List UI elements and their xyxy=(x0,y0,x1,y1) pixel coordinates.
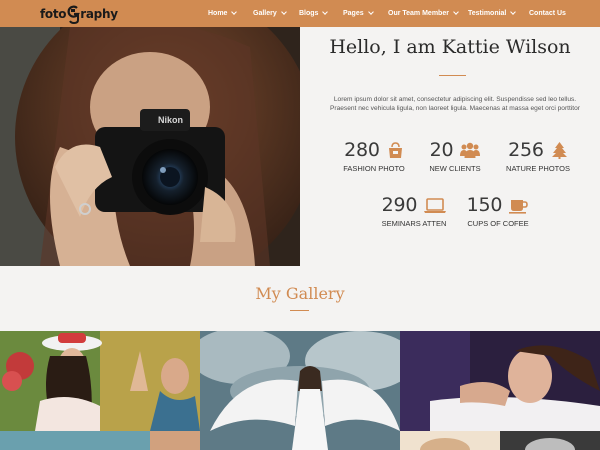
stat-nature-photos: 256 NATURE PHOTOS xyxy=(500,138,576,173)
bag-icon xyxy=(388,141,402,158)
gallery-image-4 xyxy=(0,431,200,450)
hero-photo: Nikon xyxy=(0,27,300,266)
nav-item-team[interactable]: Our Team Member xyxy=(388,0,468,27)
logo-text-part1: foto xyxy=(40,7,67,21)
profile-heading: Hello, I am Kattie Wilson xyxy=(329,36,571,58)
gallery-tile-4[interactable] xyxy=(0,431,200,450)
stat-coffee: 150 CUPS OF COFEE xyxy=(462,193,534,228)
users-icon xyxy=(460,142,481,158)
stat-label: NATURE PHOTOS xyxy=(506,164,570,173)
nav-item-blogs[interactable]: Blogs xyxy=(299,0,343,27)
chevron-down-icon xyxy=(367,9,374,15)
gallery-image-woman-hat xyxy=(0,331,200,431)
stat-label: FASHION PHOTO xyxy=(343,164,405,173)
gallery-image-5 xyxy=(400,431,600,450)
chevron-down-icon xyxy=(453,9,459,15)
stat-value: 290 xyxy=(381,194,418,216)
gallery-image-angel xyxy=(200,331,400,450)
coffee-icon xyxy=(509,199,529,214)
stat-new-clients: 20 NEW CLIENTS xyxy=(422,138,488,173)
stat-fashion-photo: 280 FASHION PHOTO xyxy=(336,138,412,173)
tree-icon xyxy=(551,141,567,159)
gallery-tile-2[interactable] xyxy=(200,331,400,450)
heading-divider xyxy=(439,75,466,76)
stat-value: 280 xyxy=(344,139,380,161)
profile-section: Hello, I am Kattie Wilson Lorem ipsum do… xyxy=(300,27,600,266)
gallery-divider xyxy=(290,310,309,311)
photographer-image: Nikon xyxy=(0,27,300,266)
nav-item-contact[interactable]: Contact Us xyxy=(529,0,569,27)
gallery-tile-3[interactable] xyxy=(400,331,600,431)
nav-item-label: Contact Us xyxy=(529,10,566,17)
nav-item-pages[interactable]: Pages xyxy=(343,0,388,27)
stat-value: 256 xyxy=(508,139,544,161)
stat-label: NEW CLIENTS xyxy=(429,164,481,173)
site-logo[interactable]: foto raphy xyxy=(40,4,118,24)
main-menu: Home Gallery Blogs Pages Our Team Member… xyxy=(208,0,569,27)
gallery-title: My Gallery xyxy=(255,284,345,303)
stat-value: 20 xyxy=(429,139,454,161)
stat-label: SEMINARS ATTEN xyxy=(381,219,447,228)
stat-seminars: 290 SEMINARS ATTEN xyxy=(374,193,454,228)
chevron-down-icon xyxy=(510,9,517,15)
nav-item-home[interactable]: Home xyxy=(208,0,253,27)
top-navbar: foto raphy Home Gallery Blogs Pages Our … xyxy=(0,0,600,27)
svg-text:Nikon: Nikon xyxy=(158,115,183,125)
nav-item-label: Home xyxy=(208,10,228,17)
nav-item-label: Pages xyxy=(343,10,364,17)
logo-text-part2: raphy xyxy=(80,7,118,21)
stat-label: CUPS OF COFEE xyxy=(467,219,529,228)
profile-bio: Lorem ipsum dolor sit amet, consectetur … xyxy=(330,96,580,112)
gallery-tile-1[interactable] xyxy=(0,331,200,431)
nav-item-label: Testimonial xyxy=(468,10,507,17)
nav-item-gallery[interactable]: Gallery xyxy=(253,0,299,27)
logo-g-camera-icon xyxy=(67,5,81,24)
nav-item-label: Gallery xyxy=(253,10,277,17)
gallery-tile-5[interactable] xyxy=(400,431,600,450)
nav-item-testimonial[interactable]: Testimonial xyxy=(468,0,529,27)
gallery-section-header: My Gallery xyxy=(0,266,600,331)
chevron-down-icon xyxy=(322,9,329,15)
gallery-image-woman-lying xyxy=(400,331,600,431)
chevron-down-icon xyxy=(231,9,238,15)
nav-item-label: Blogs xyxy=(299,10,319,17)
stat-value: 150 xyxy=(466,194,503,216)
chevron-down-icon xyxy=(280,9,287,15)
nav-item-label: Our Team Member xyxy=(388,10,449,17)
laptop-icon xyxy=(424,197,447,213)
